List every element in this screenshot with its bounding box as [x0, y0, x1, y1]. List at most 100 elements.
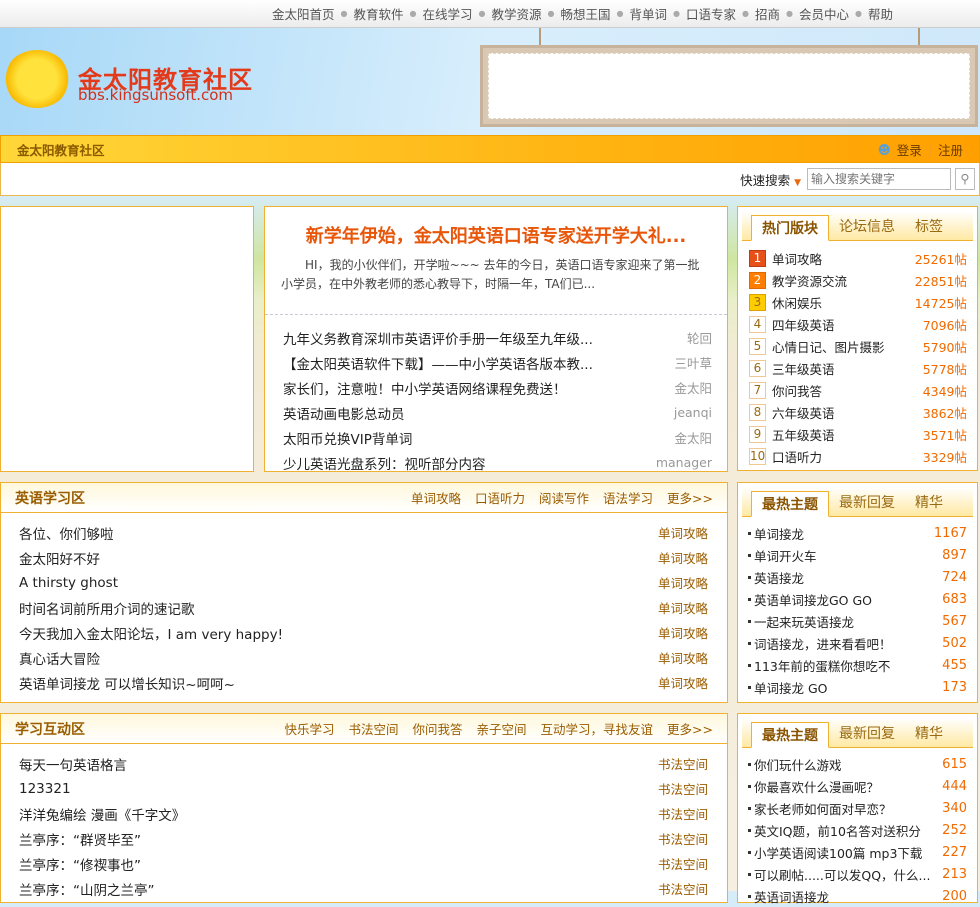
- section-link[interactable]: 亲子空间: [477, 719, 527, 738]
- topic-category[interactable]: 书法空间: [658, 804, 708, 823]
- topic-row[interactable]: 英语单词接龙 可以增长知识~呵呵~ 单词攻略: [1, 670, 727, 695]
- image-slideshow[interactable]: [0, 206, 254, 472]
- section-link[interactable]: 快乐学习: [284, 719, 334, 738]
- topic-category[interactable]: 书法空间: [658, 779, 708, 798]
- board-item[interactable]: 4 四年级英语 7096帖: [738, 313, 977, 335]
- topic-category[interactable]: 书法空间: [658, 854, 708, 873]
- item-author[interactable]: 三叶草: [674, 353, 712, 372]
- board-item[interactable]: 7 你问我答 4349帖: [738, 379, 977, 401]
- topic-row[interactable]: 今天我加入金太阳论坛，I am very happy! 单词攻略: [1, 620, 727, 645]
- topic-title[interactable]: 英语单词接龙GO GO: [754, 590, 872, 609]
- topic-title[interactable]: 113年前的蛋糕你想吃不: [754, 656, 890, 675]
- register-link[interactable]: 注册: [938, 140, 963, 159]
- topic-category[interactable]: 单词攻略: [658, 598, 708, 617]
- search-type-dropdown[interactable]: 快速搜索 ▼: [740, 170, 801, 189]
- nav-link[interactable]: 口语专家: [686, 4, 736, 23]
- topic-title[interactable]: 单词开火车: [754, 546, 817, 565]
- topic-item[interactable]: 单词开火车 897: [738, 544, 977, 566]
- logo-url[interactable]: bbs.kingsunsoft.com: [78, 86, 233, 104]
- featured-item[interactable]: 英语动画电影总动员 jeanqi: [265, 400, 727, 425]
- search-input[interactable]: [807, 168, 951, 190]
- board-item[interactable]: 1 单词攻略 25261帖: [738, 247, 977, 269]
- item-title[interactable]: 【金太阳英语软件下载】——中小学英语各版本教...: [283, 353, 593, 373]
- topic-item[interactable]: 单词接龙 1167: [738, 522, 977, 544]
- topic-row[interactable]: 金太阳好不好 单词攻略: [1, 545, 727, 570]
- board-name[interactable]: 你问我答: [772, 381, 822, 400]
- topic-title[interactable]: 可以刷帖.....可以发QQ，什么...: [754, 865, 930, 884]
- topic-title[interactable]: 一起来玩英语接龙: [754, 612, 854, 631]
- board-item[interactable]: 3 休闲娱乐 14725帖: [738, 291, 977, 313]
- topic-category[interactable]: 单词攻略: [658, 623, 708, 642]
- topic-title[interactable]: 词语接龙，进来看看吧！: [754, 634, 892, 653]
- topic-category[interactable]: 单词攻略: [658, 573, 708, 592]
- tab-hot2[interactable]: 最热主题: [751, 722, 829, 748]
- topic-item[interactable]: 可以刷帖.....可以发QQ，什么... 213: [738, 863, 977, 885]
- topic-title[interactable]: 每天一句英语格言: [19, 754, 127, 774]
- topic-row[interactable]: 时间名词前所用介词的速记歌 单词攻略: [1, 595, 727, 620]
- topic-category[interactable]: 单词攻略: [658, 548, 708, 567]
- board-item[interactable]: 9 五年级英语 3571帖: [738, 423, 977, 445]
- item-title[interactable]: 英语动画电影总动员: [283, 403, 405, 423]
- topic-row[interactable]: 兰亭序：“群贤毕至” 书法空间: [1, 826, 727, 851]
- topic-title[interactable]: A thirsty ghost: [19, 575, 118, 591]
- topic-title[interactable]: 洋洋兔编绘 漫画《千字文》: [19, 804, 185, 824]
- sun-logo-icon[interactable]: [4, 50, 70, 108]
- board-item[interactable]: 2 教学资源交流 22851帖: [738, 269, 977, 291]
- topic-title[interactable]: 123321: [19, 781, 71, 797]
- topic-row[interactable]: 兰亭序：“山阴之兰亭” 书法空间: [1, 876, 727, 901]
- topic-item[interactable]: 小学英语阅读100篇 mp3下载 227: [738, 841, 977, 863]
- section-title[interactable]: 英语学习区: [15, 488, 85, 508]
- section-link[interactable]: 更多>>: [667, 719, 713, 738]
- topic-title[interactable]: 时间名词前所用介词的速记歌: [19, 598, 195, 618]
- section-link[interactable]: 你问我答: [413, 719, 463, 738]
- nav-link[interactable]: 教育软件: [354, 4, 404, 23]
- topic-row[interactable]: 兰亭序：“修禊事也” 书法空间: [1, 851, 727, 876]
- topic-title[interactable]: 小学英语阅读100篇 mp3下载: [754, 843, 922, 862]
- nav-link[interactable]: 在线学习: [423, 4, 473, 23]
- topic-title[interactable]: 真心话大冒险: [19, 648, 100, 668]
- topic-title[interactable]: 兰亭序：“群贤毕至”: [19, 829, 141, 849]
- featured-title[interactable]: 新学年伊始，金太阳英语口语专家送开学大礼...: [265, 222, 727, 248]
- topic-category[interactable]: 书法空间: [658, 829, 708, 848]
- board-name[interactable]: 三年级英语: [772, 359, 835, 378]
- tab-hotboards[interactable]: 论坛信息: [829, 214, 905, 240]
- featured-item[interactable]: 【金太阳英语软件下载】——中小学英语各版本教... 三叶草: [265, 350, 727, 375]
- nav-link[interactable]: 教学资源: [492, 4, 542, 23]
- featured-item[interactable]: 九年义务教育深圳市英语评价手册一年级至九年级... 轮回: [265, 325, 727, 350]
- board-name[interactable]: 心情日记、图片摄影: [772, 337, 885, 356]
- item-author[interactable]: 轮回: [687, 328, 712, 347]
- topic-item[interactable]: 你们玩什么游戏 615: [738, 753, 977, 775]
- section-title[interactable]: 学习互动区: [15, 719, 85, 739]
- topic-item[interactable]: 113年前的蛋糕你想吃不 455: [738, 654, 977, 676]
- topic-row[interactable]: 123321 书法空间: [1, 776, 727, 801]
- section-link[interactable]: 阅读写作: [539, 488, 589, 507]
- topic-title[interactable]: 金太阳好不好: [19, 548, 100, 568]
- board-name[interactable]: 口语听力: [772, 447, 822, 466]
- nav-link[interactable]: 帮助: [868, 4, 893, 23]
- section-link[interactable]: 语法学习: [603, 488, 653, 507]
- topic-title[interactable]: 英语接龙: [754, 568, 804, 587]
- topic-item[interactable]: 英语单词接龙GO GO 683: [738, 588, 977, 610]
- topic-item[interactable]: 词语接龙，进来看看吧！ 502: [738, 632, 977, 654]
- board-item[interactable]: 5 心情日记、图片摄影 5790帖: [738, 335, 977, 357]
- topic-item[interactable]: 单词接龙 GO 173: [738, 676, 977, 698]
- nav-link[interactable]: 背单词: [630, 4, 668, 23]
- board-item[interactable]: 8 六年级英语 3862帖: [738, 401, 977, 423]
- section-link[interactable]: 互动学习，寻找友谊: [541, 719, 654, 738]
- topic-category[interactable]: 单词攻略: [658, 523, 708, 542]
- tab-hot1[interactable]: 最热主题: [751, 491, 829, 517]
- tab-hot1[interactable]: 精华: [905, 490, 953, 516]
- topic-title[interactable]: 英文IQ题，前10名答对送积分: [754, 821, 921, 840]
- item-title[interactable]: 少儿英语光盘系列：视听部分内容: [283, 453, 486, 473]
- item-author[interactable]: manager: [656, 455, 712, 470]
- tab-hot2[interactable]: 精华: [905, 721, 953, 747]
- topic-title[interactable]: 兰亭序：“修禊事也”: [19, 854, 141, 874]
- item-author[interactable]: jeanqi: [674, 405, 712, 420]
- topic-title[interactable]: 各位、你们够啦: [19, 523, 114, 543]
- item-title[interactable]: 太阳币兑换VIP背单词: [283, 428, 412, 448]
- tab-hot2[interactable]: 最新回复: [829, 721, 905, 747]
- topic-title[interactable]: 今天我加入金太阳论坛，I am very happy!: [19, 623, 283, 643]
- nav-link[interactable]: 畅想王国: [561, 4, 611, 23]
- topic-row[interactable]: 真心话大冒险 单词攻略: [1, 645, 727, 670]
- topic-title[interactable]: 单词接龙 GO: [754, 678, 828, 697]
